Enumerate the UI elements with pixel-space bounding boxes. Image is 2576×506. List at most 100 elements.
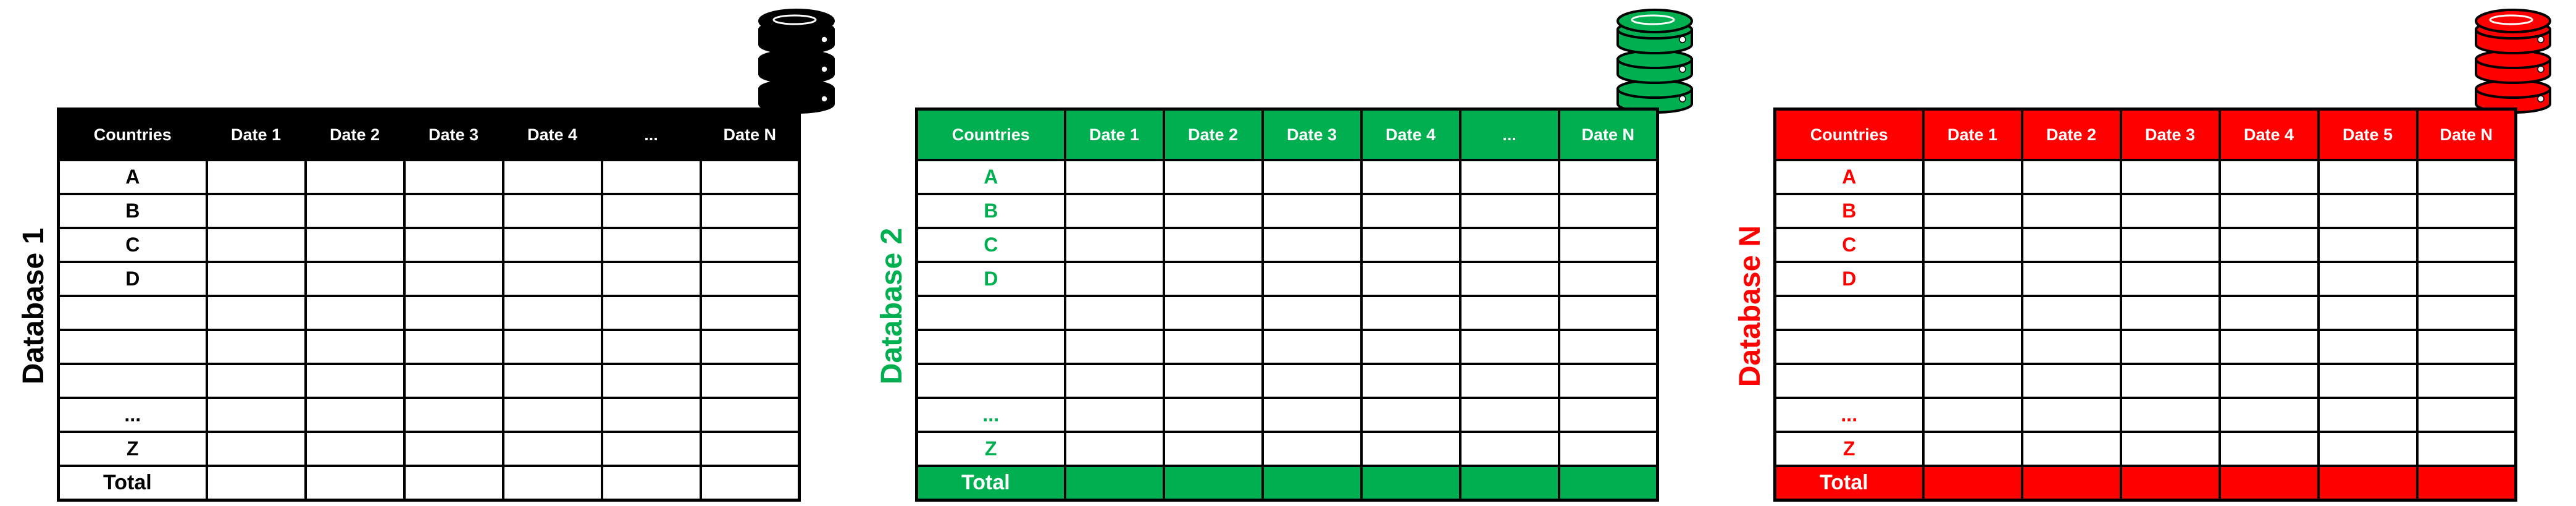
countries-header: Countries xyxy=(915,108,1066,161)
value-cell xyxy=(1261,261,1363,297)
country-cell: D xyxy=(1773,261,1925,297)
value-cell xyxy=(1458,431,1560,467)
value-cell xyxy=(2317,329,2419,365)
table-row xyxy=(57,295,801,331)
value-cell xyxy=(1360,397,1462,433)
value-cell xyxy=(699,295,801,331)
table-row: ... xyxy=(915,397,1659,433)
value-cell xyxy=(1557,261,1659,297)
value-cell xyxy=(501,261,603,297)
value-cell xyxy=(2317,159,2419,195)
country-cell xyxy=(57,295,208,331)
value-cell xyxy=(1162,227,1264,263)
date-column-header: Date N xyxy=(1557,108,1659,161)
data-table: Countries Date 1 Date 2 Date 3 Date 4 Date 5D… xyxy=(1773,108,2517,502)
value-cell xyxy=(2119,193,2221,229)
country-cell xyxy=(915,363,1066,399)
value-cell xyxy=(1557,431,1659,467)
database-panel-1: Database 1 Countries Date 1 Date 2 Date 3 Dat… xyxy=(0,0,858,506)
value-cell xyxy=(2218,295,2320,331)
value-cell xyxy=(600,431,702,467)
table-row: D xyxy=(915,261,1659,297)
total-value-cell xyxy=(600,465,702,502)
date-column-header: Date 4 xyxy=(2218,108,2320,161)
value-cell xyxy=(1162,397,1264,433)
value-cell xyxy=(2119,295,2221,331)
total-value-cell xyxy=(2317,465,2419,502)
total-value-cell xyxy=(1458,465,1560,502)
value-cell xyxy=(2119,431,2221,467)
total-value-cell xyxy=(1922,465,2023,502)
database-side-label: Database 2 xyxy=(864,192,920,420)
date-column-header: Date 2 xyxy=(1162,108,1264,161)
country-cell: Z xyxy=(915,431,1066,467)
value-cell xyxy=(1063,261,1165,297)
total-value-cell xyxy=(501,465,603,502)
value-cell xyxy=(2317,431,2419,467)
value-cell xyxy=(304,329,406,365)
value-cell xyxy=(1261,159,1363,195)
value-cell xyxy=(699,193,801,229)
header-row: Countries Date 1 Date 2 Date 3 Date 4... Date… xyxy=(915,108,1659,161)
table-row: C xyxy=(57,227,801,263)
value-cell xyxy=(403,397,504,433)
value-cell xyxy=(600,227,702,263)
value-cell xyxy=(501,431,603,467)
country-cell: B xyxy=(1773,193,1925,229)
value-cell xyxy=(2317,295,2419,331)
database-side-label: Database N xyxy=(1723,192,1778,420)
value-cell xyxy=(304,193,406,229)
value-cell xyxy=(1458,295,1560,331)
value-cell xyxy=(1063,159,1165,195)
value-cell xyxy=(2020,431,2122,467)
database-name: Database 2 xyxy=(876,227,909,384)
value-cell xyxy=(1261,295,1363,331)
value-cell xyxy=(1063,227,1165,263)
total-row: Total xyxy=(1773,465,2517,502)
table-row: C xyxy=(915,227,1659,263)
value-cell xyxy=(1557,329,1659,365)
value-cell xyxy=(205,329,307,365)
total-value-cell xyxy=(1360,465,1462,502)
value-cell xyxy=(600,261,702,297)
table-row: B xyxy=(1773,193,2517,229)
value-cell xyxy=(1458,193,1560,229)
value-cell xyxy=(205,193,307,229)
value-cell xyxy=(1458,159,1560,195)
country-cell: Z xyxy=(1773,431,1925,467)
total-value-cell xyxy=(1162,465,1264,502)
value-cell xyxy=(1261,363,1363,399)
value-cell xyxy=(1162,193,1264,229)
table-row: B xyxy=(915,193,1659,229)
countries-header: Countries xyxy=(57,108,208,161)
country-cell: C xyxy=(915,227,1066,263)
country-cell xyxy=(915,329,1066,365)
value-cell xyxy=(2415,295,2517,331)
value-cell xyxy=(2020,363,2122,399)
total-value-cell xyxy=(2119,465,2221,502)
value-cell xyxy=(403,261,504,297)
value-cell xyxy=(1162,261,1264,297)
value-cell xyxy=(501,363,603,399)
country-cell: D xyxy=(915,261,1066,297)
table-row xyxy=(1773,329,2517,365)
country-cell: C xyxy=(57,227,208,263)
country-cell: B xyxy=(57,193,208,229)
value-cell xyxy=(1162,431,1264,467)
total-value-cell xyxy=(1261,465,1363,502)
value-cell xyxy=(1360,295,1462,331)
total-value-cell xyxy=(699,465,801,502)
table-row: A xyxy=(915,159,1659,195)
value-cell xyxy=(1557,397,1659,433)
header-row: Countries Date 1 Date 2 Date 3 Date 4... Date… xyxy=(57,108,801,161)
value-cell xyxy=(501,227,603,263)
table-row xyxy=(915,363,1659,399)
date-column-header: ... xyxy=(600,108,702,161)
date-column-header: Date 1 xyxy=(205,108,307,161)
country-cell: A xyxy=(915,159,1066,195)
table-row: Z xyxy=(57,431,801,467)
value-cell xyxy=(1557,193,1659,229)
country-cell: A xyxy=(1773,159,1925,195)
date-column-header: Date 4 xyxy=(1360,108,1462,161)
country-cell xyxy=(1773,295,1925,331)
